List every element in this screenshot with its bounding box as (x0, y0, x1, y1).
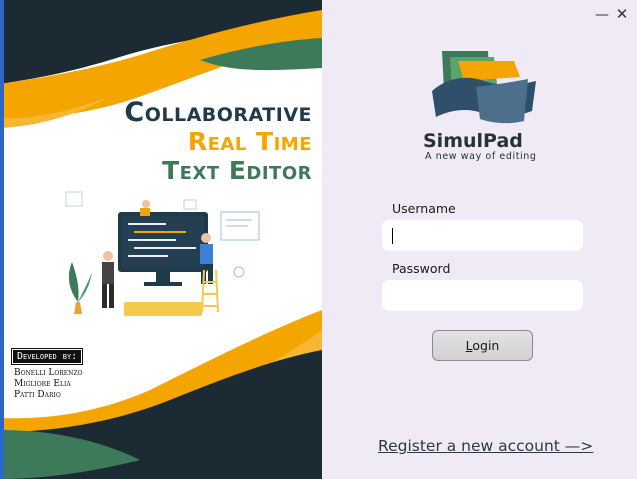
app-tagline: A new way of editing (425, 151, 537, 162)
developed-by-heading: Developed by: (10, 348, 84, 365)
banner-title-line-3: Text Editor (162, 156, 312, 185)
developers-illustration (65, 191, 260, 316)
minimize-icon[interactable]: — (595, 8, 609, 22)
simulpad-logo-icon (432, 51, 536, 124)
developer-name: Patti Dario (14, 390, 61, 400)
username-label: Username (392, 201, 456, 216)
app-name: SimulPad (423, 130, 523, 152)
username-input[interactable] (382, 220, 583, 251)
login-button[interactable]: Login (432, 330, 533, 361)
banner-title-line-2: Real Time (187, 127, 312, 156)
close-icon[interactable]: ✕ (615, 6, 629, 22)
login-button-label: ogin (472, 338, 500, 353)
password-input[interactable] (382, 280, 583, 311)
developer-name: Bonelli Lorenzo (14, 368, 83, 378)
password-label: Password (392, 261, 451, 276)
banner-title-line-1: Collaborative (124, 97, 312, 128)
text-caret (392, 228, 393, 244)
window-edge (0, 0, 4, 479)
developer-name: Migliore Elia (14, 379, 71, 389)
login-panel: — ✕ SimulPad A new way of editing Userna… (322, 0, 637, 479)
banner-panel: Collaborative Real Time Text Editor Deve… (0, 0, 322, 479)
register-link[interactable]: Register a new account —> (378, 437, 593, 455)
